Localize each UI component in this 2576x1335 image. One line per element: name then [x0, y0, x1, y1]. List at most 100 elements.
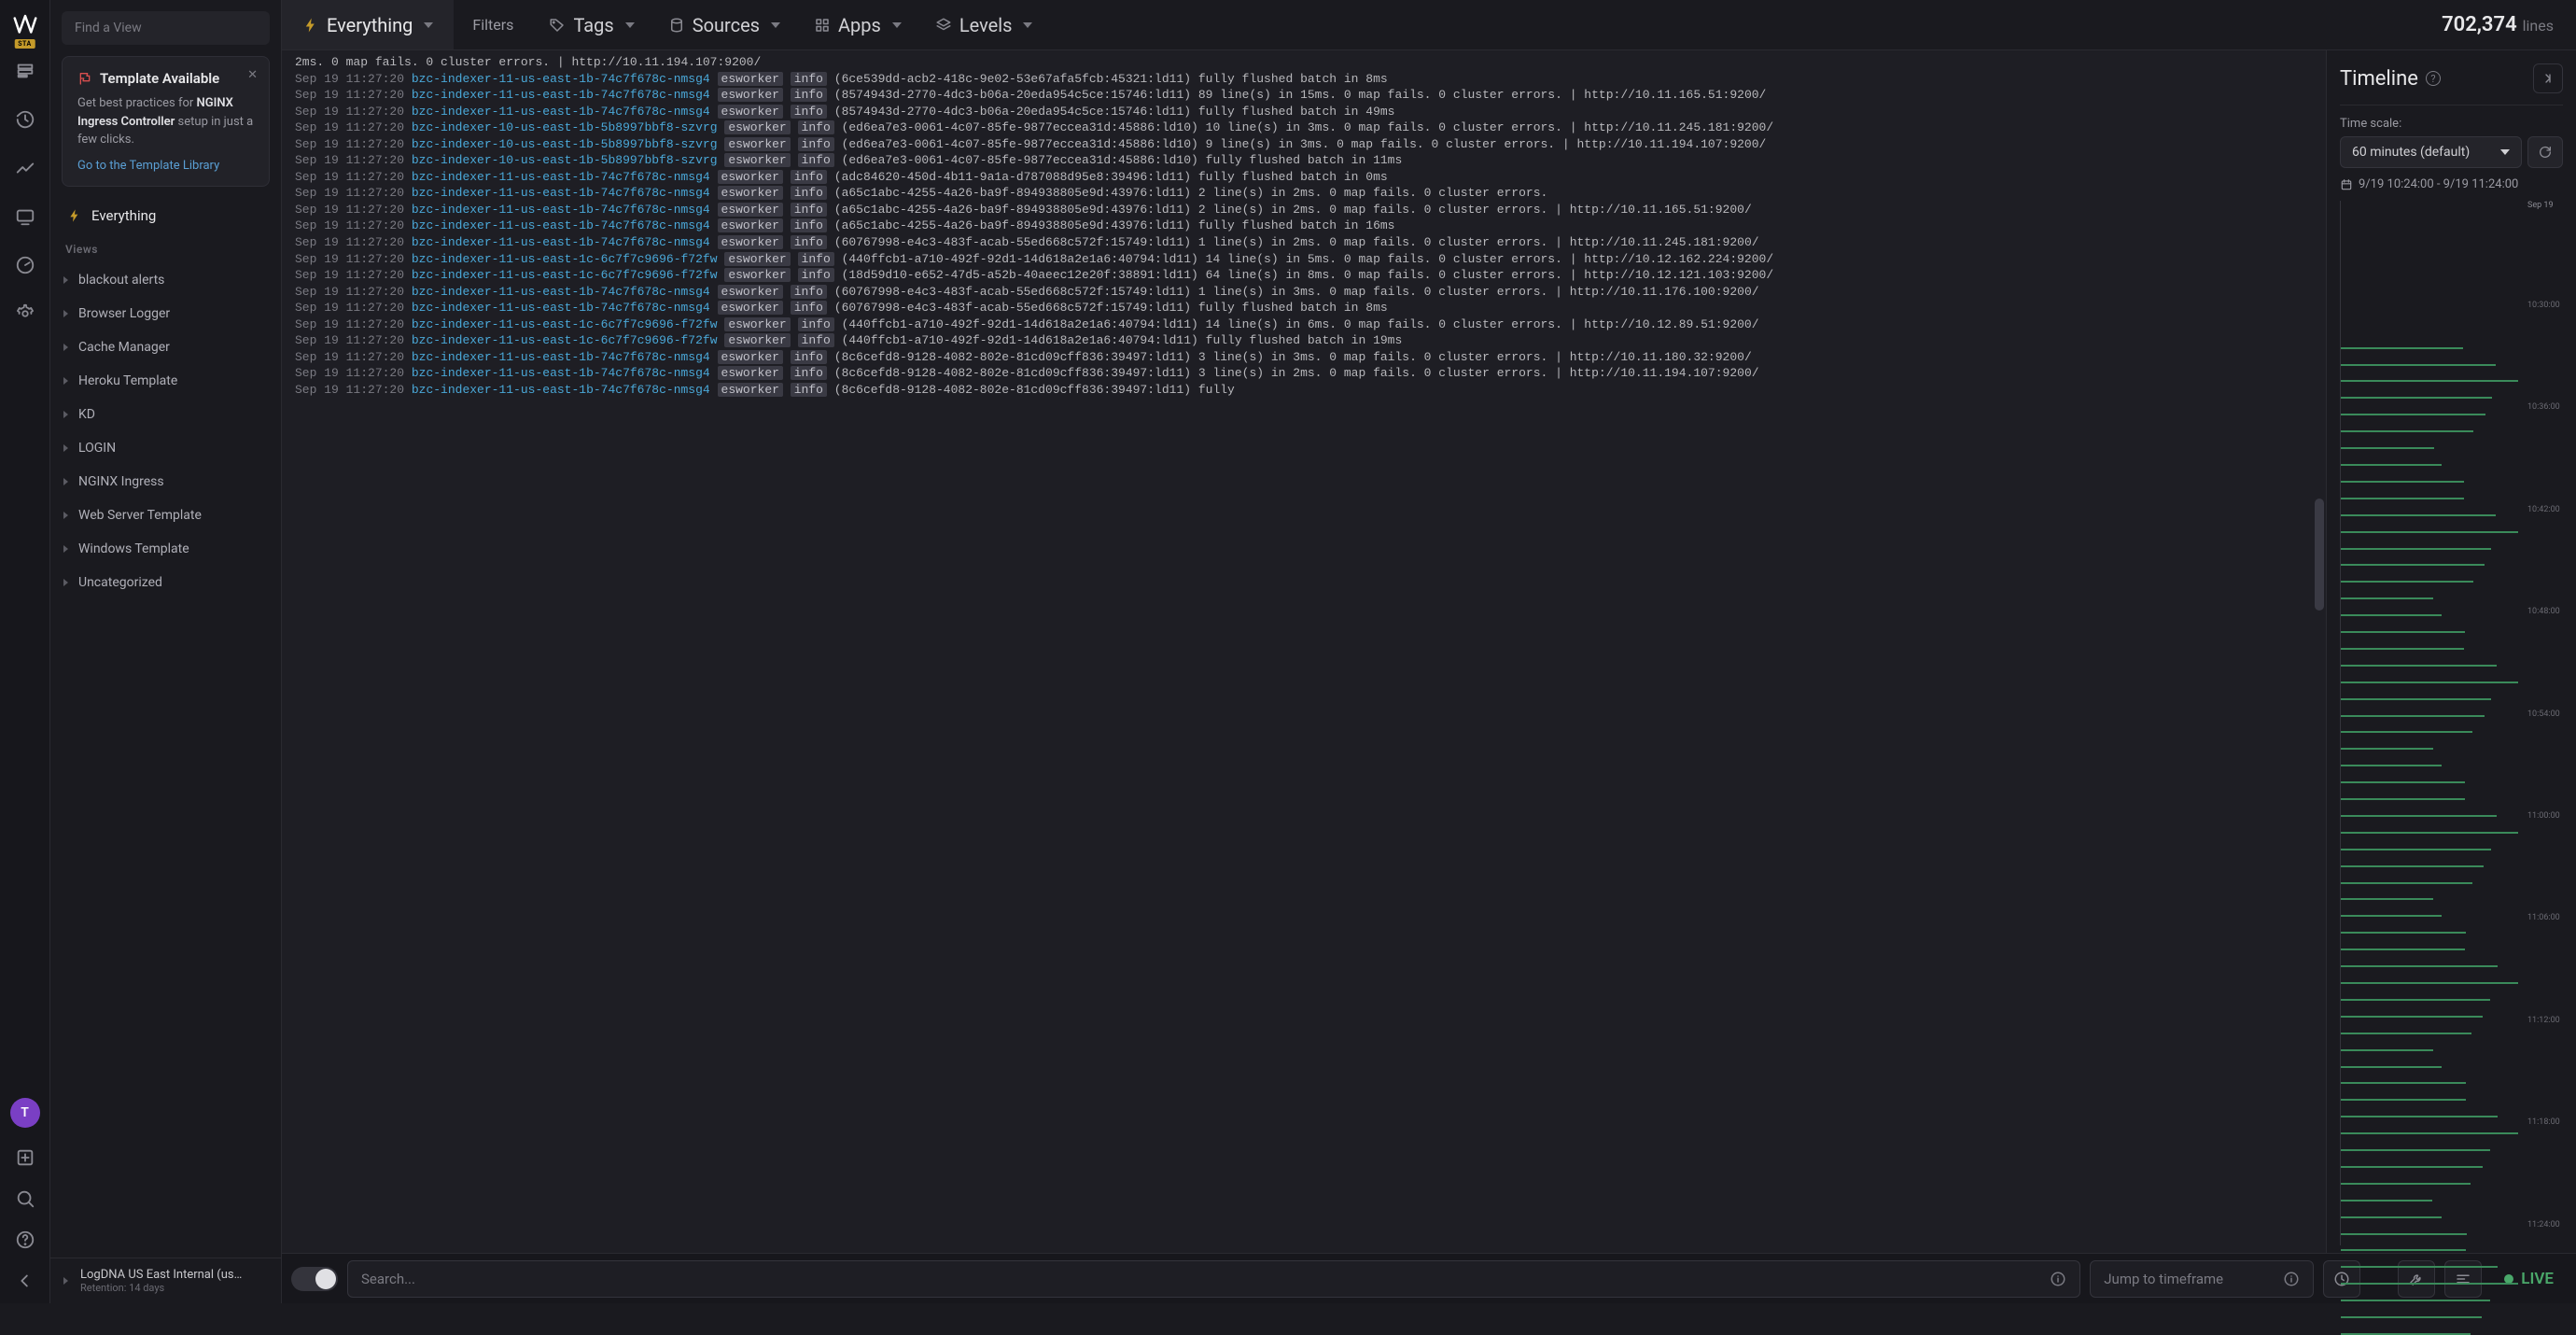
flag-icon [77, 71, 92, 86]
log-line[interactable]: Sep 19 11:27:20 bzc-indexer-11-us-east-1… [291, 87, 2326, 104]
log-line[interactable]: Sep 19 11:27:20 bzc-indexer-10-us-east-1… [291, 152, 2326, 169]
log-line[interactable]: Sep 19 11:27:20 bzc-indexer-11-us-east-1… [291, 234, 2326, 251]
log-line[interactable]: Sep 19 11:27:20 bzc-indexer-11-us-east-1… [291, 202, 2326, 218]
chevron-right-icon [63, 478, 73, 485]
sidebar-view-item[interactable]: Uncategorized [50, 566, 281, 599]
pill-sources[interactable]: Sources [651, 0, 797, 49]
log-line[interactable]: Sep 19 11:27:20 bzc-indexer-11-us-east-1… [291, 382, 2326, 399]
search-input[interactable]: Search... [347, 1260, 2080, 1298]
log-line[interactable]: Sep 19 11:27:20 bzc-indexer-11-us-east-1… [291, 218, 2326, 234]
settings-icon[interactable] [7, 295, 44, 332]
log-line[interactable]: Sep 19 11:27:20 bzc-indexer-11-us-east-1… [291, 332, 2326, 349]
timeline-tick: 10:48:00 [2527, 607, 2563, 616]
tab-label: Everything [327, 14, 413, 36]
timeline-title: Timeline [2340, 67, 2418, 91]
info-icon[interactable] [2050, 1271, 2066, 1287]
log-line[interactable]: Sep 19 11:27:20 bzc-indexer-10-us-east-1… [291, 136, 2326, 153]
sidebar-view-item[interactable]: Windows Template [50, 532, 281, 566]
view-label: Browser Logger [78, 306, 170, 321]
scrollbar-thumb[interactable] [2315, 499, 2324, 611]
find-view-input[interactable]: Find a View [62, 11, 270, 45]
log-line[interactable]: Sep 19 11:27:20 bzc-indexer-11-us-east-1… [291, 185, 2326, 202]
info-icon[interactable] [2283, 1271, 2300, 1287]
calendar-icon [2340, 178, 2353, 191]
collapse-icon[interactable] [7, 1262, 44, 1300]
log-line[interactable]: Sep 19 11:27:20 bzc-indexer-11-us-east-1… [291, 251, 2326, 268]
view-label: Cache Manager [78, 340, 170, 355]
log-line[interactable]: Sep 19 11:27:20 bzc-indexer-11-us-east-1… [291, 71, 2326, 88]
search-icon[interactable] [7, 1180, 44, 1217]
topbar: Everything Filters Tags Sources Apps [282, 0, 2576, 50]
timeline-tick: 11:12:00 [2527, 1016, 2563, 1025]
jump-input[interactable]: Jump to timeframe [2090, 1260, 2314, 1298]
sidebar-view-item[interactable]: KD [50, 398, 281, 431]
boards-icon[interactable] [7, 149, 44, 187]
org-footer[interactable]: LogDNA US East Internal (us… Retention: … [50, 1258, 281, 1303]
grid-icon [814, 17, 831, 34]
sidebar-view-item[interactable]: Web Server Template [50, 499, 281, 532]
avatar[interactable]: T [10, 1098, 40, 1128]
sidebar-view-item[interactable]: Cache Manager [50, 330, 281, 364]
timeline-range: 9/19 10:24:00 - 9/19 11:24:00 [2340, 177, 2563, 191]
sidebar-view-item[interactable]: Heroku Template [50, 364, 281, 398]
nav-rail: STA T [0, 0, 50, 1303]
chevron-right-icon [63, 310, 73, 317]
view-label: NGINX Ingress [78, 474, 164, 489]
refresh-button[interactable] [2527, 136, 2563, 168]
log-line[interactable]: Sep 19 11:27:20 bzc-indexer-11-us-east-1… [291, 267, 2326, 284]
live-label: LIVE [2521, 1270, 2554, 1288]
add-icon[interactable] [7, 1139, 44, 1176]
timeline-tick: 10:30:00 [2527, 301, 2563, 310]
chevron-down-icon [892, 22, 902, 28]
help-icon[interactable]: ? [2426, 71, 2441, 86]
timeline-chart[interactable]: Sep 19 10:30:0010:36:0010:42:0010:48:001… [2340, 201, 2563, 1245]
help-icon[interactable] [7, 1221, 44, 1258]
live-indicator[interactable]: LIVE [2491, 1270, 2567, 1288]
timeline-tick: 11:06:00 [2527, 913, 2563, 922]
close-icon[interactable]: ✕ [247, 68, 258, 82]
bolt-icon [67, 208, 82, 223]
org-retention: Retention: 14 days [80, 1282, 242, 1294]
history-icon[interactable] [7, 101, 44, 138]
org-name: LogDNA US East Internal (us… [80, 1268, 242, 1282]
views-icon[interactable] [7, 52, 44, 90]
chevron-down-icon [1023, 22, 1032, 28]
sidebar-view-item[interactable]: NGINX Ingress [50, 465, 281, 499]
chevron-right-icon [63, 377, 73, 385]
log-line[interactable]: Sep 19 11:27:20 bzc-indexer-11-us-east-1… [291, 349, 2326, 366]
views-header: Views [50, 235, 281, 263]
view-label: blackout alerts [78, 273, 164, 288]
log-line[interactable]: Sep 19 11:27:20 bzc-indexer-11-us-east-1… [291, 300, 2326, 316]
sidebar-view-item[interactable]: LOGIN [50, 431, 281, 465]
logo[interactable]: STA [7, 7, 43, 43]
sidebar: Find a View ✕ Template Available Get bes… [50, 0, 282, 1303]
log-line[interactable]: Sep 19 11:27:20 bzc-indexer-10-us-east-1… [291, 119, 2326, 136]
template-link[interactable]: Go to the Template Library [77, 159, 254, 173]
template-body: Get best practices for NGINX Ingress Con… [77, 94, 254, 149]
timescale-select[interactable]: 60 minutes (default) [2340, 136, 2522, 168]
log-viewer[interactable]: 2ms. 0 map fails. 0 cluster errors. | ht… [282, 50, 2326, 1253]
timeline-tick: 10:54:00 [2527, 710, 2563, 719]
log-line[interactable]: 2ms. 0 map fails. 0 cluster errors. | ht… [291, 54, 2326, 71]
bottombar: Search... Jump to timeframe LIVE [282, 1253, 2576, 1303]
collapse-panel-icon[interactable] [2533, 63, 2563, 93]
theme-toggle[interactable] [291, 1267, 338, 1291]
pill-label: Sources [693, 14, 760, 36]
sidebar-view-item[interactable]: blackout alerts [50, 263, 281, 297]
log-line[interactable]: Sep 19 11:27:20 bzc-indexer-11-us-east-1… [291, 169, 2326, 186]
view-label: Heroku Template [78, 373, 177, 388]
log-line[interactable]: Sep 19 11:27:20 bzc-indexer-11-us-east-1… [291, 316, 2326, 333]
timeline-tick: 11:24:00 [2527, 1220, 2563, 1230]
log-line[interactable]: Sep 19 11:27:20 bzc-indexer-11-us-east-1… [291, 104, 2326, 120]
screens-icon[interactable] [7, 198, 44, 235]
tab-everything[interactable]: Everything [282, 0, 454, 49]
everything-row[interactable]: Everything [50, 196, 281, 235]
gauge-icon[interactable] [7, 246, 44, 284]
everything-label: Everything [91, 207, 156, 224]
pill-apps[interactable]: Apps [797, 0, 918, 49]
log-line[interactable]: Sep 19 11:27:20 bzc-indexer-11-us-east-1… [291, 365, 2326, 382]
sidebar-view-item[interactable]: Browser Logger [50, 297, 281, 330]
log-line[interactable]: Sep 19 11:27:20 bzc-indexer-11-us-east-1… [291, 284, 2326, 301]
pill-levels[interactable]: Levels [918, 0, 1050, 49]
pill-tags[interactable]: Tags [532, 0, 651, 49]
